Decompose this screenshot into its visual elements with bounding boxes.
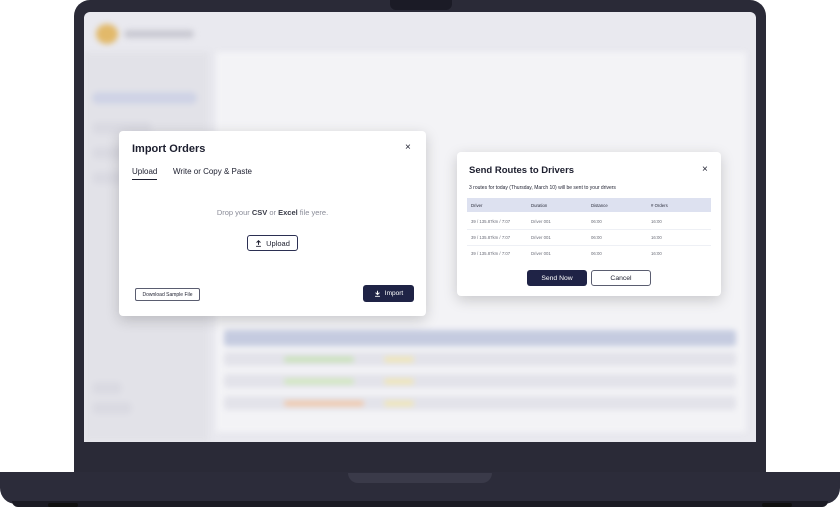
laptop-hinge [348,473,492,483]
import-button[interactable]: Import [363,285,414,302]
laptop-notch [390,0,452,10]
table-row: 39 / 135.87km / 7:07 Driver 001 06:00 16… [467,214,711,230]
close-icon[interactable]: × [702,165,708,175]
send-modal-title: Send Routes to Drivers [469,165,575,176]
routes-table-header: Driver Duration Distance # Orders [467,198,711,212]
import-tabs: Upload Write or Copy & Paste [132,167,413,183]
send-routes-modal: Send Routes to Drivers × 3 routes for to… [457,152,721,296]
download-arrow-icon [374,290,380,297]
upload-arrow-icon [256,239,262,247]
tab-write-or-paste[interactable]: Write or Copy & Paste [173,167,252,176]
import-orders-modal: Import Orders × Upload Write or Copy & P… [119,131,426,316]
import-modal-title: Import Orders [132,143,206,155]
column-header: # Orders [651,203,668,208]
close-icon[interactable]: × [405,143,411,153]
upload-button[interactable]: Upload [247,235,298,251]
send-modal-subtitle: 3 routes for today (Thursday, March 10) … [469,185,616,191]
drop-zone-text[interactable]: Drop your CSV or Excel file yere. [119,208,426,217]
send-now-button[interactable]: Send Now [527,270,587,286]
cancel-button[interactable]: Cancel [591,270,651,286]
column-header: Duration [531,203,548,208]
column-header: Driver [471,203,483,208]
app-logo [96,24,118,44]
laptop-mockup: Import Orders × Upload Write or Copy & P… [0,0,840,509]
table-row: 39 / 135.87km / 7:07 Driver 001 06:00 16… [471,251,662,256]
table-row: 39 / 135.87km / 7:07 Driver 001 06:00 16… [467,230,711,246]
tab-upload[interactable]: Upload [132,167,158,180]
download-sample-file-button[interactable]: Download Sample File [135,288,200,301]
column-header: Distance [591,203,608,208]
